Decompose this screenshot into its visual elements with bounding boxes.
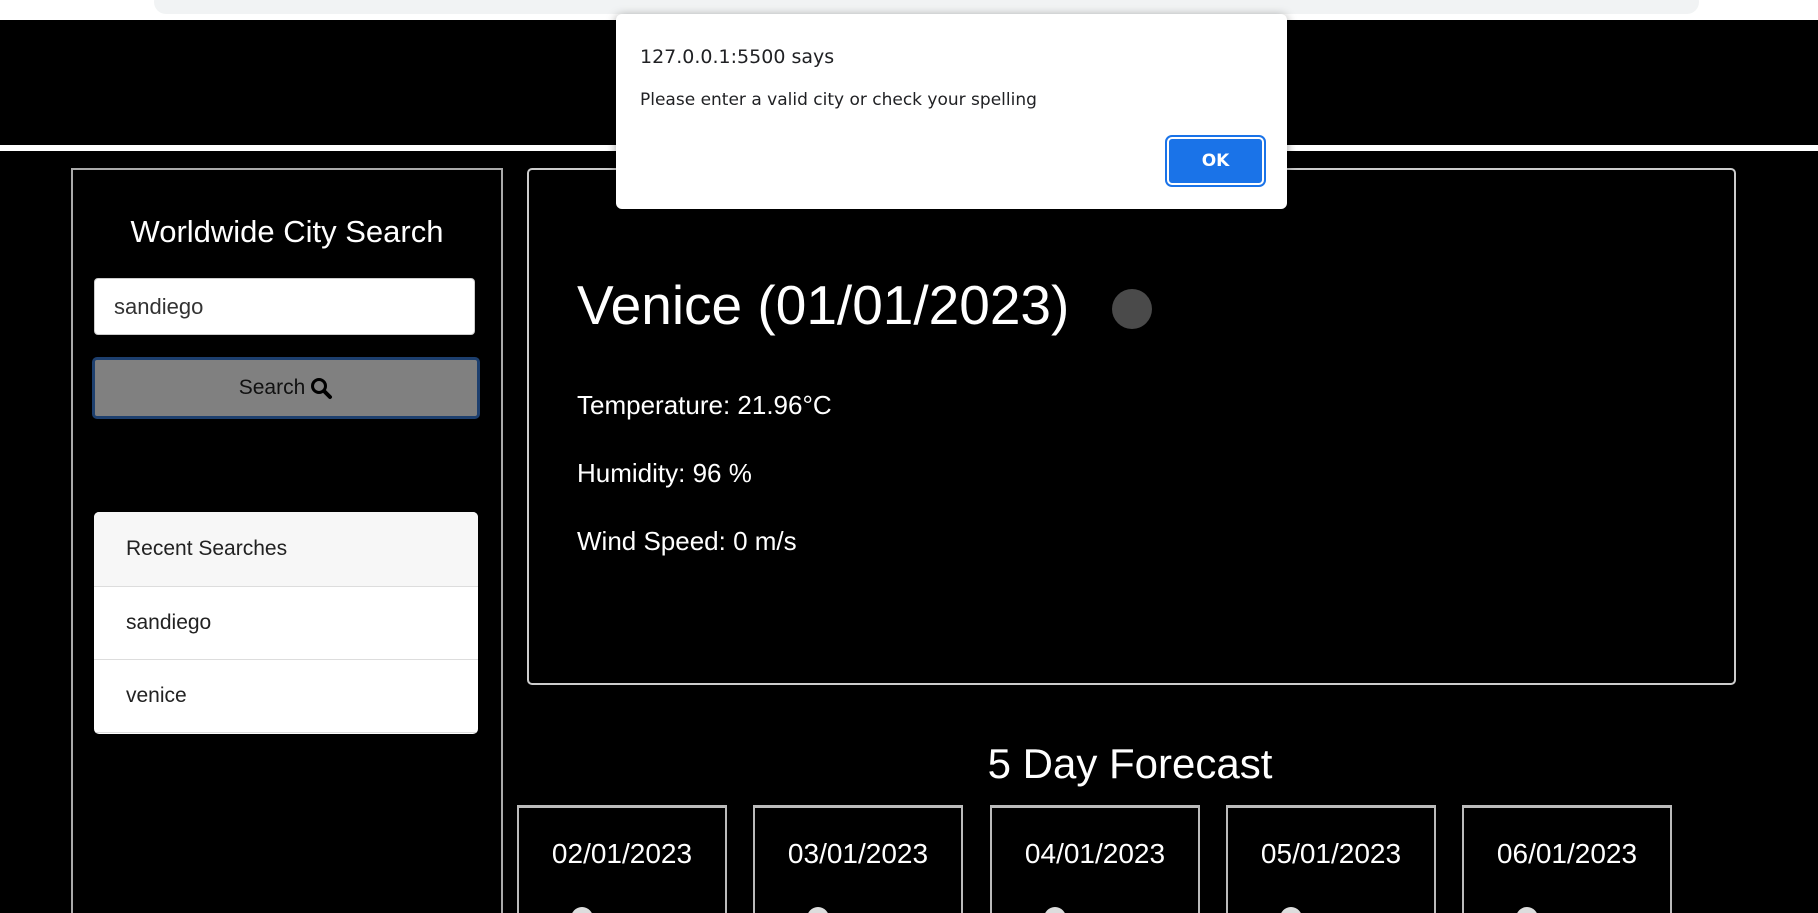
- forecast-date: 04/01/2023: [1024, 838, 1166, 869]
- forecast-date: 05/01/2023: [1260, 838, 1402, 869]
- forecast-card: 05/01/2023: [1226, 805, 1436, 913]
- alert-title: 127.0.0.1:5500 says: [640, 46, 835, 68]
- forecast-title: 5 Day Forecast: [987, 740, 1273, 787]
- search-button[interactable]: Search: [92, 357, 480, 419]
- current-weather-panel: Venice (01/01/2023) Temperature: 21.96°C…: [527, 168, 1736, 685]
- address-bar[interactable]: [154, 0, 1699, 14]
- weather-icon: [1044, 907, 1066, 913]
- wind-speed: Wind Speed: 0 m/s: [577, 526, 797, 556]
- recent-search-item[interactable]: sandiego: [94, 587, 478, 660]
- temperature: Temperature: 21.96°C: [577, 390, 832, 420]
- recent-search-item[interactable]: venice: [94, 660, 478, 733]
- forecast-date: 06/01/2023: [1496, 838, 1638, 869]
- forecast-card: 02/01/2023: [517, 805, 727, 913]
- weather-icon: [571, 907, 593, 913]
- weather-icon: [1112, 289, 1152, 329]
- alert-message: Please enter a valid city or check your …: [640, 90, 1037, 110]
- city-search-input[interactable]: [94, 278, 475, 335]
- forecast-date: 02/01/2023: [551, 838, 693, 869]
- search-sidebar: Worldwide City Search Search Recent Sear…: [71, 168, 503, 913]
- weather-icon: [1280, 907, 1302, 913]
- forecast-card: 04/01/2023: [990, 805, 1200, 913]
- forecast-card: 06/01/2023: [1462, 805, 1672, 913]
- forecast-card: 03/01/2023: [753, 805, 963, 913]
- alert-dialog: 127.0.0.1:5500 says Please enter a valid…: [616, 14, 1287, 209]
- city-heading: Venice (01/01/2023): [577, 274, 1070, 336]
- recent-searches-header: Recent Searches: [94, 512, 478, 587]
- weather-icon: [1516, 907, 1538, 913]
- search-icon: [311, 378, 333, 399]
- forecast-date: 03/01/2023: [787, 838, 929, 869]
- humidity: Humidity: 96 %: [577, 458, 752, 488]
- ok-button[interactable]: OK: [1165, 135, 1266, 187]
- search-button-label: Search: [238, 376, 306, 399]
- recent-searches: Recent Searches sandiego venice: [94, 512, 478, 734]
- weather-icon: [807, 907, 829, 913]
- sidebar-title: Worldwide City Search: [130, 214, 444, 249]
